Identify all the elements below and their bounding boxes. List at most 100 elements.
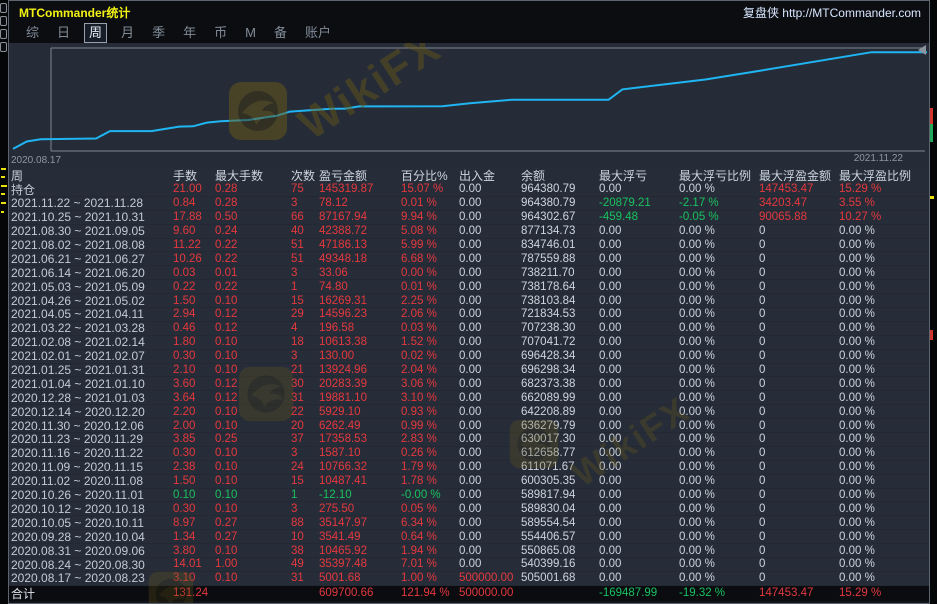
week-cell: 2021.06.21 ~ 2021.06.27 (11, 252, 173, 266)
value-cell: 0.93 % (401, 406, 459, 418)
table-row[interactable]: 2020.12.14 ~ 2020.12.202.200.10225929.10… (9, 405, 929, 419)
value-cell: 0.22 (215, 281, 291, 293)
table-row[interactable]: 2021.02.08 ~ 2021.02.141.800.101810613.3… (9, 336, 929, 350)
menu-item-备[interactable]: 备 (265, 24, 296, 42)
dock-button[interactable] (0, 29, 7, 39)
menu-item-M[interactable]: M (236, 24, 265, 42)
table-row[interactable]: 2020.10.05 ~ 2020.10.118.970.278835147.9… (9, 516, 929, 530)
value-cell: 19881.10 (319, 392, 401, 404)
menu-item-月[interactable]: 月 (112, 24, 143, 42)
table-row[interactable]: 2020.09.28 ~ 2020.10.041.340.27103541.49… (9, 530, 929, 544)
table-row[interactable]: 2020.12.28 ~ 2021.01.033.640.123119881.1… (9, 391, 929, 405)
value-cell: 75 (291, 183, 319, 195)
table-row[interactable]: 2021.05.03 ~ 2021.05.090.220.22174.800.0… (9, 280, 929, 294)
value-cell: 0.00 % (839, 406, 923, 418)
value-cell: 5929.10 (319, 406, 401, 418)
value-cell: 10.26 (173, 253, 215, 265)
table-row[interactable]: 2020.11.30 ~ 2020.12.062.000.10206262.49… (9, 419, 929, 433)
table-row[interactable]: 2021.11.22 ~ 2021.11.280.840.28378.120.0… (9, 197, 929, 211)
table-row[interactable]: 2021.01.25 ~ 2021.01.312.100.102113924.9… (9, 364, 929, 378)
menu-bar: 综日周月季年币M备账户 (9, 23, 929, 43)
value-cell: 0.00 % (679, 475, 759, 487)
menu-item-币[interactable]: 币 (205, 24, 236, 42)
table-row[interactable]: 2021.03.22 ~ 2021.03.280.460.124196.580.… (9, 322, 929, 336)
dock-button[interactable] (0, 16, 7, 26)
table-row[interactable]: 2020.08.24 ~ 2020.08.3014.011.004935397.… (9, 558, 929, 572)
value-cell: 0.00 (599, 253, 679, 265)
value-cell: 0 (759, 517, 839, 529)
value-cell: -2.17 % (679, 197, 759, 209)
dock-button[interactable] (0, 42, 7, 52)
table-row[interactable]: 2021.10.25 ~ 2021.10.3117.880.506687167.… (9, 211, 929, 225)
table-row[interactable]: 2021.06.14 ~ 2021.06.200.030.01333.060.0… (9, 266, 929, 280)
value-cell: 0.00 % (679, 517, 759, 529)
value-cell: 0.24 (215, 225, 291, 237)
value-cell: 0.00 (599, 336, 679, 348)
menu-item-综[interactable]: 综 (17, 24, 48, 42)
equity-chart-panel[interactable]: WikiFX 2020.08.17 2021.11.22 (9, 43, 929, 167)
value-cell: -459.48 (599, 211, 679, 223)
table-row[interactable]: 2021.01.04 ~ 2021.01.103.600.123020283.3… (9, 377, 929, 391)
value-cell: 0 (759, 239, 839, 251)
value-cell: 66 (291, 211, 319, 223)
value-cell: 0.00 (459, 517, 521, 529)
value-cell: 0.05 % (401, 503, 459, 515)
value-cell: 88 (291, 517, 319, 529)
table-row[interactable]: 2021.08.30 ~ 2021.09.059.600.244042388.7… (9, 225, 929, 239)
value-cell: 5001.68 (319, 572, 401, 584)
table-row[interactable]: 2020.11.09 ~ 2020.11.152.380.102410766.3… (9, 461, 929, 475)
value-cell: 0 (759, 406, 839, 418)
value-cell: 47186.13 (319, 239, 401, 251)
table-row[interactable]: 2021.06.21 ~ 2021.06.2710.260.225149348.… (9, 252, 929, 266)
value-cell: -20879.21 (599, 197, 679, 209)
table-row[interactable]: 2021.08.02 ~ 2021.08.0811.220.225147186.… (9, 239, 929, 253)
value-cell: 9.94 % (401, 211, 459, 223)
table-row[interactable]: 2021.04.26 ~ 2021.05.021.500.101516269.3… (9, 294, 929, 308)
table-row[interactable]: 2020.11.16 ~ 2020.11.220.300.1031587.100… (9, 447, 929, 461)
value-cell: 87167.94 (319, 211, 401, 223)
value-cell: 196.58 (319, 322, 401, 334)
menu-item-账户[interactable]: 账户 (296, 24, 340, 42)
table-row[interactable]: 2020.08.17 ~ 2020.08.233.100.10315001.68… (9, 572, 929, 586)
value-cell: 0.00 (459, 475, 521, 487)
value-cell: 0.46 (173, 322, 215, 334)
week-cell: 2021.04.26 ~ 2021.05.02 (11, 294, 173, 308)
value-cell: 0.00 (599, 322, 679, 334)
value-cell: 0.00 (599, 295, 679, 307)
table-row[interactable]: 2020.11.02 ~ 2020.11.081.500.101510487.4… (9, 475, 929, 489)
value-cell: 0.00 (459, 281, 521, 293)
title-bar[interactable]: MTCommander统计 复盘侠 http://MTCommander.com (9, 1, 929, 23)
table-row[interactable]: 2021.02.01 ~ 2021.02.070.300.103130.000.… (9, 350, 929, 364)
value-cell: 0.00 % (679, 420, 759, 432)
value-cell: 21 (291, 364, 319, 376)
table-row[interactable]: 2020.10.26 ~ 2020.11.010.100.101-12.10-0… (9, 489, 929, 503)
value-cell: 0.00 % (679, 406, 759, 418)
table-row[interactable]: 2020.11.23 ~ 2020.11.293.850.253717358.5… (9, 433, 929, 447)
value-cell: 35147.97 (319, 517, 401, 529)
week-cell: 2021.04.05 ~ 2021.04.11 (11, 307, 173, 321)
menu-item-年[interactable]: 年 (174, 24, 205, 42)
table-row[interactable]: 持仓21.000.2875145319.8715.07 %0.00964380.… (9, 183, 929, 197)
brand-link[interactable]: 复盘侠 http://MTCommander.com (743, 4, 921, 21)
value-cell: 35397.48 (319, 558, 401, 570)
table-row[interactable]: 2021.04.05 ~ 2021.04.112.940.122914596.2… (9, 308, 929, 322)
value-cell: 0.10 (215, 489, 291, 501)
table-row[interactable]: 2020.08.31 ~ 2020.09.063.800.103810465.9… (9, 544, 929, 558)
chart-scroll-arrow-icon[interactable] (918, 45, 926, 55)
value-cell: 2.10 (173, 364, 215, 376)
total-value-cell: 609700.66 (319, 587, 401, 599)
value-cell: 1.50 (173, 295, 215, 307)
value-cell: 3.60 (173, 378, 215, 390)
table-row[interactable]: 2020.10.12 ~ 2020.10.180.300.103275.500.… (9, 502, 929, 516)
dock-button[interactable] (0, 3, 7, 13)
menu-item-周[interactable]: 周 (84, 23, 107, 43)
value-cell: 0.00 (459, 295, 521, 307)
week-cell: 2020.11.30 ~ 2020.12.06 (11, 419, 173, 433)
value-cell: 0.00 % (839, 225, 923, 237)
value-cell: 0.12 (215, 308, 291, 320)
menu-item-日[interactable]: 日 (48, 24, 79, 42)
value-cell: 0.00 (459, 350, 521, 362)
value-cell: 1.50 (173, 475, 215, 487)
app-window: MTCommander统计 复盘侠 http://MTCommander.com… (8, 0, 930, 604)
menu-item-季[interactable]: 季 (143, 24, 174, 42)
